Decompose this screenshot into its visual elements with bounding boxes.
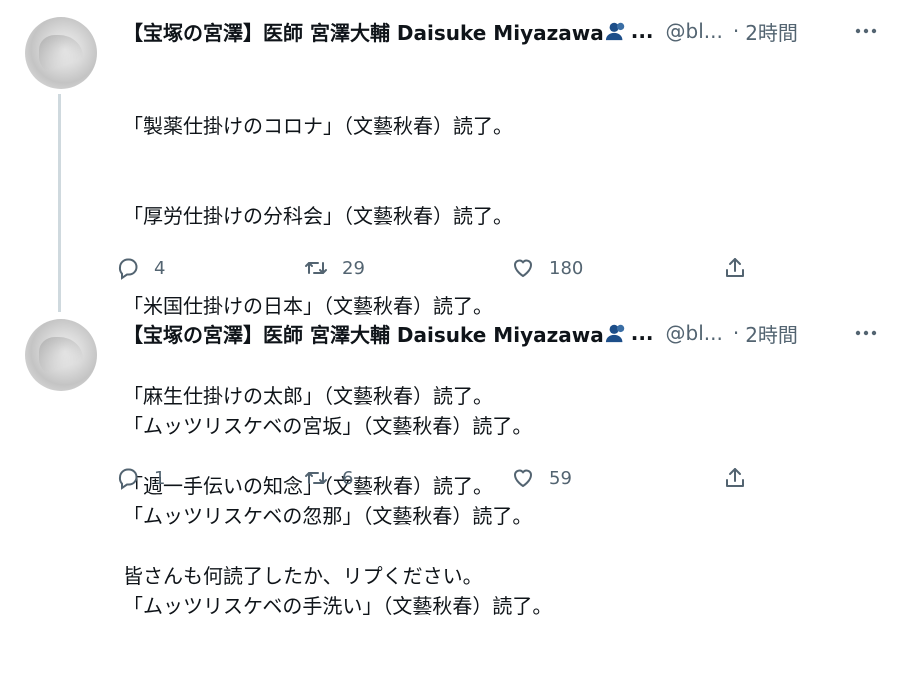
- avatar[interactable]: [25, 17, 97, 89]
- heart-icon: [513, 259, 533, 278]
- separator-dot: ·: [732, 19, 740, 43]
- share-icon: [726, 468, 744, 487]
- like-button[interactable]: 180: [511, 252, 583, 284]
- share-button[interactable]: [723, 462, 747, 494]
- more-horizontal-icon: [855, 330, 877, 336]
- reply-icon: [118, 468, 138, 490]
- tweet-timestamp[interactable]: 2時間: [745, 319, 798, 348]
- more-horizontal-icon: [855, 28, 877, 34]
- like-count: 180: [549, 257, 584, 279]
- tweet[interactable]: 【宝塚の宮澤】医師 宮澤大輔 Daisuke Miyazawa ... @bl.…: [0, 0, 919, 588]
- name-truncation: ...: [630, 321, 654, 345]
- heart-icon: [513, 469, 533, 488]
- author-name[interactable]: 【宝塚の宮澤】医師 宮澤大輔 Daisuke Miyazawa: [123, 17, 604, 46]
- tweet-line: 「ムッツリスケベの宮坂」（文藝秋春）読了。: [123, 414, 533, 438]
- more-button[interactable]: [849, 17, 883, 45]
- avatar[interactable]: [25, 319, 97, 391]
- retweet-button[interactable]: 29: [304, 252, 365, 284]
- retweet-icon: [305, 472, 327, 484]
- reply-count: 1: [154, 467, 166, 489]
- reply-count: 4: [154, 257, 166, 279]
- reply-button[interactable]: 4: [116, 252, 165, 284]
- tweet-line: 「厚労仕掛けの分科会」（文藝秋春）読了。: [123, 204, 513, 228]
- retweet-icon: [305, 262, 327, 274]
- author-name[interactable]: 【宝塚の宮澤】医師 宮澤大輔 Daisuke Miyazawa: [123, 319, 604, 348]
- retweet-count: 6: [342, 467, 354, 489]
- tweet-line: 「製薬仕掛けのコロナ」（文藝秋春）読了。: [123, 114, 513, 138]
- author-handle[interactable]: @bl...: [666, 19, 723, 43]
- tweet[interactable]: 【宝塚の宮澤】医師 宮澤大輔 Daisuke Miyazawa ... @bl.…: [0, 305, 919, 618]
- reply-icon: [118, 258, 138, 280]
- people-icon: [605, 324, 624, 343]
- name-truncation: ...: [630, 19, 654, 43]
- like-button[interactable]: 59: [511, 462, 572, 494]
- action-bar: 1 6 59: [116, 462, 756, 494]
- author-handle[interactable]: @bl...: [666, 321, 723, 345]
- tweet-header: 【宝塚の宮澤】医師 宮澤大輔 Daisuke Miyazawa ... @bl.…: [123, 319, 798, 347]
- action-bar: 4 29 180: [116, 252, 756, 284]
- tweet-timestamp[interactable]: 2時間: [745, 17, 798, 46]
- tweet-header: 【宝塚の宮澤】医師 宮澤大輔 Daisuke Miyazawa ... @bl.…: [123, 17, 798, 45]
- people-icon: [605, 22, 624, 41]
- more-button[interactable]: [849, 319, 883, 347]
- tweet-line: 「ムッツリスケベの手洗い」（文藝秋春）読了。: [123, 594, 553, 618]
- retweet-button[interactable]: 6: [304, 462, 353, 494]
- tweet-line: 「ムッツリスケベの忽那」（文藝秋春）読了。: [123, 504, 533, 528]
- retweet-count: 29: [342, 257, 365, 279]
- reply-button[interactable]: 1: [116, 462, 165, 494]
- like-count: 59: [549, 467, 572, 489]
- tweet-text: 「ムッツリスケベの宮坂」（文藝秋春）読了。 「ムッツリスケベの忽那」（文藝秋春）…: [123, 351, 552, 681]
- share-button[interactable]: [723, 252, 747, 284]
- separator-dot: ·: [732, 321, 740, 345]
- thread-connector-line: [58, 94, 61, 312]
- share-icon: [726, 258, 744, 277]
